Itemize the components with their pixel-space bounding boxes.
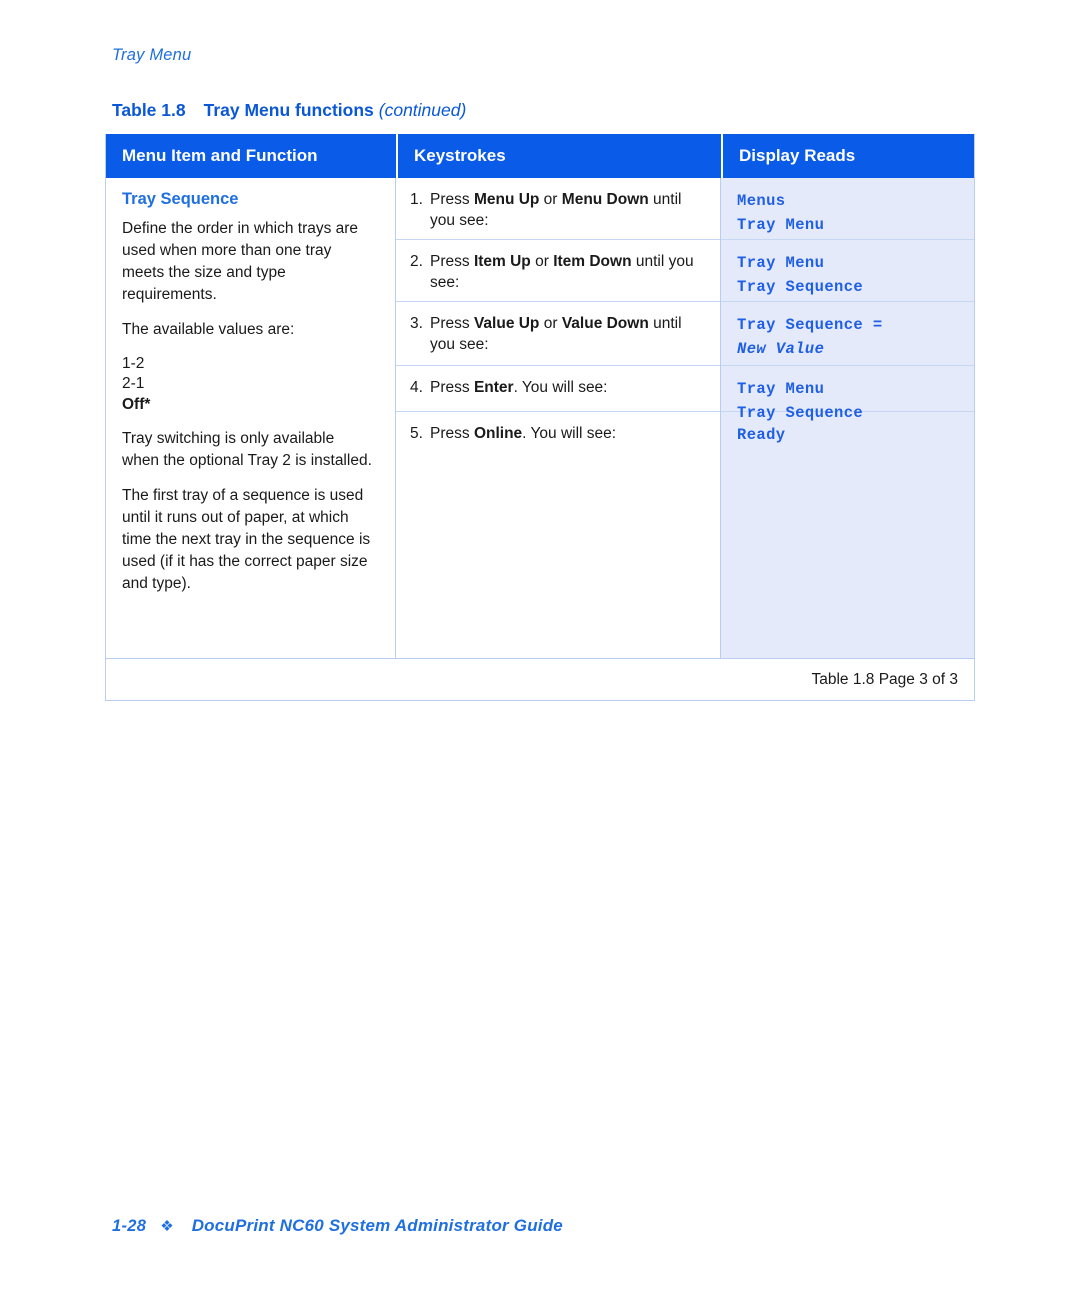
menu-item-note-first-tray: The first tray of a sequence is used unt… — [122, 487, 371, 593]
table-caption: Table 1.8 Tray Menu functions (continued) — [112, 100, 466, 121]
table-footer-row: Table 1.8 Page 3 of 3 — [106, 658, 974, 700]
display-line-2-new-value: New Value — [737, 340, 825, 359]
column-header-display-reads: Display Reads — [721, 134, 974, 178]
step-mid: or — [530, 253, 554, 270]
step-text: Press Value Up or Value Down until you s… — [430, 313, 706, 356]
menu-item-value-list: 1-2 2-1 Off* — [122, 354, 375, 415]
table-body: Tray Sequence Define the order in which … — [106, 178, 974, 658]
step-key-1: Online — [473, 425, 523, 442]
step-number: 1. — [410, 191, 423, 208]
step-pre: Press — [430, 315, 474, 332]
menu-item-values-intro: The available values are: — [122, 321, 295, 338]
menu-item-function-cell: Tray Sequence Define the order in which … — [106, 178, 396, 658]
document-page: Tray Menu Table 1.8 Tray Menu functions (c… — [0, 0, 1080, 1296]
step-text: Press Menu Up or Menu Down until you see… — [430, 189, 706, 232]
display-reads-step-2: Tray Menu Tray Sequence — [721, 240, 974, 302]
step-key-1: Item Up — [473, 253, 531, 270]
step-key-1: Enter — [473, 379, 514, 396]
keystrokes-column: 1. Press Menu Up or Menu Down until you … — [396, 178, 721, 658]
document-title: DocuPrint NC60 System Administrator Guid… — [191, 1216, 563, 1235]
display-line-1: Tray Menu — [737, 380, 825, 398]
display-reads-step-1: Menus Tray Menu — [721, 178, 974, 240]
display-reads-step-3: Tray Sequence = New Value — [721, 302, 974, 366]
step-post: . You will see: — [522, 425, 617, 442]
display-reads-column: Menus Tray Menu Tray Menu Tray Sequence … — [721, 178, 974, 658]
display-reads-step-5: Ready — [721, 412, 974, 658]
table-header-row: Menu Item and Function Keystrokes Displa… — [106, 134, 974, 178]
table-caption-continued: (continued) — [378, 100, 467, 120]
keystroke-step-2: 2. Press Item Up or Item Down until you … — [396, 240, 720, 302]
table-caption-number: Table 1.8 — [112, 100, 186, 120]
step-post: . You will see: — [513, 379, 608, 396]
step-text: Press Item Up or Item Down until you see… — [430, 251, 706, 294]
keystroke-step-1: 1. Press Menu Up or Menu Down until you … — [396, 178, 720, 240]
menu-item-description: Define the order in which trays are used… — [122, 220, 359, 303]
step-text: Press Enter. You will see: — [430, 377, 706, 398]
display-reads-step-4: Tray Menu Tray Sequence — [721, 366, 974, 422]
keystroke-step-4: 4. Press Enter. You will see: — [396, 366, 720, 412]
display-line-2: Tray Sequence — [737, 278, 864, 297]
column-header-menu-item: Menu Item and Function — [122, 146, 318, 165]
display-line-1: Menus — [737, 192, 786, 210]
page-number: 1-28 — [112, 1217, 147, 1235]
value-option-1-2: 1-2 — [122, 355, 145, 372]
value-option-off-default: Off* — [122, 395, 151, 413]
menu-item-title: Tray Sequence — [122, 190, 239, 208]
step-mid: or — [539, 191, 562, 208]
display-line-2: Tray Menu — [737, 216, 825, 235]
step-key-2: Menu Down — [561, 191, 649, 208]
step-number: 4. — [410, 379, 423, 396]
display-line-1: Ready — [737, 426, 786, 444]
step-key-1: Value Up — [473, 315, 540, 332]
step-pre: Press — [430, 425, 474, 442]
keystroke-step-3: 3. Press Value Up or Value Down until yo… — [396, 302, 720, 366]
table-caption-title: Tray Menu functions — [203, 100, 374, 120]
table-page-indicator: Table 1.8 Page 3 of 3 — [811, 670, 958, 688]
step-text: Press Online. You will see: — [430, 423, 706, 444]
step-number: 3. — [410, 315, 423, 332]
step-pre: Press — [430, 191, 474, 208]
display-line-1: Tray Menu — [737, 254, 825, 272]
step-number: 2. — [410, 253, 423, 270]
step-pre: Press — [430, 253, 474, 270]
display-line-1: Tray Sequence = — [737, 316, 883, 334]
step-key-1: Menu Up — [473, 191, 540, 208]
menu-item-note-tray-switching: Tray switching is only available when th… — [122, 430, 372, 470]
running-head: Tray Menu — [112, 46, 192, 64]
step-mid: or — [539, 315, 562, 332]
diamond-icon: ❖ — [160, 1218, 174, 1235]
value-option-2-1: 2-1 — [122, 375, 145, 393]
step-number: 5. — [410, 425, 423, 442]
keystroke-step-5: 5. Press Online. You will see: — [396, 412, 720, 658]
tray-menu-functions-table: Menu Item and Function Keystrokes Displa… — [105, 134, 975, 701]
step-pre: Press — [430, 379, 474, 396]
column-header-keystrokes: Keystrokes — [396, 134, 721, 178]
step-key-2: Item Down — [553, 253, 632, 270]
page-footer: 1-28 ❖ DocuPrint NC60 System Administrat… — [112, 1216, 563, 1236]
step-key-2: Value Down — [561, 315, 649, 332]
